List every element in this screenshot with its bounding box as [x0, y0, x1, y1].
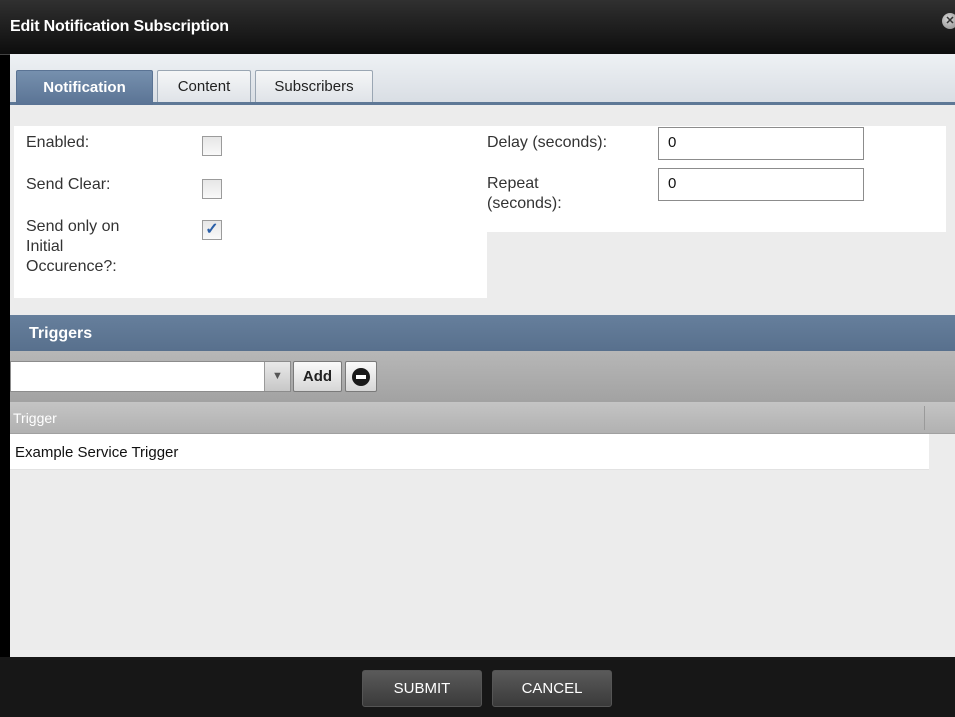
send-clear-checkbox[interactable] — [202, 179, 222, 199]
trigger-select[interactable]: ▼ — [10, 361, 291, 392]
remove-icon — [352, 368, 370, 386]
chevron-down-icon[interactable]: ▼ — [264, 362, 290, 391]
repeat-label-line1: Repeat — [487, 175, 539, 192]
enabled-checkbox[interactable] — [202, 136, 222, 156]
dialog-titlebar: Edit Notification Subscription ✕ — [0, 0, 955, 55]
triggers-toolbar: ▼ Add — [10, 351, 955, 402]
add-trigger-button[interactable]: Add — [293, 361, 342, 392]
notification-options-panel: Enabled: Send Clear: Send only on Initia… — [14, 126, 487, 298]
send-initial-label-line3: Occurence?: — [26, 258, 117, 275]
trigger-cell: Example Service Trigger — [15, 444, 179, 461]
close-icon[interactable]: ✕ — [942, 13, 955, 29]
check-icon: ✓ — [205, 221, 219, 238]
timing-options-panel: Delay (seconds): 0 Repeat (seconds): 0 — [487, 126, 946, 232]
tab-content[interactable]: Content — [157, 70, 251, 102]
grid-header: Trigger — [10, 402, 955, 434]
tab-strip: Notification Content Subscribers — [10, 54, 955, 105]
delay-input[interactable]: 0 — [658, 127, 864, 160]
send-initial-label-line2: Initial — [26, 238, 64, 255]
send-initial-label-line1: Send only on — [26, 218, 120, 235]
tab-subscribers[interactable]: Subscribers — [255, 70, 373, 102]
triggers-grid: Trigger Example Service Trigger — [10, 402, 955, 657]
edit-notification-dialog: Edit Notification Subscription ✕ Notific… — [0, 0, 955, 717]
tab-notification[interactable]: Notification — [16, 70, 153, 105]
remove-trigger-button[interactable] — [345, 361, 377, 392]
dialog-footer: SUBMIT CANCEL — [0, 657, 955, 717]
repeat-input[interactable]: 0 — [658, 168, 864, 201]
send-initial-checkbox[interactable]: ✓ — [202, 220, 222, 240]
triggers-section-header: Triggers — [10, 315, 955, 351]
repeat-label-line2: (seconds): — [487, 195, 562, 212]
column-divider — [924, 406, 925, 430]
dialog-title: Edit Notification Subscription — [10, 18, 229, 35]
send-clear-label: Send Clear: — [26, 176, 111, 193]
cancel-button[interactable]: CANCEL — [492, 670, 612, 707]
dialog-body: Notification Content Subscribers Enabled… — [10, 54, 955, 657]
enabled-label: Enabled: — [26, 134, 90, 151]
table-row[interactable]: Example Service Trigger — [10, 434, 929, 470]
delay-label: Delay (seconds): — [487, 134, 608, 151]
triggers-title: Triggers — [29, 325, 93, 342]
submit-button[interactable]: SUBMIT — [362, 670, 482, 707]
trigger-column-header[interactable]: Trigger — [13, 410, 57, 426]
